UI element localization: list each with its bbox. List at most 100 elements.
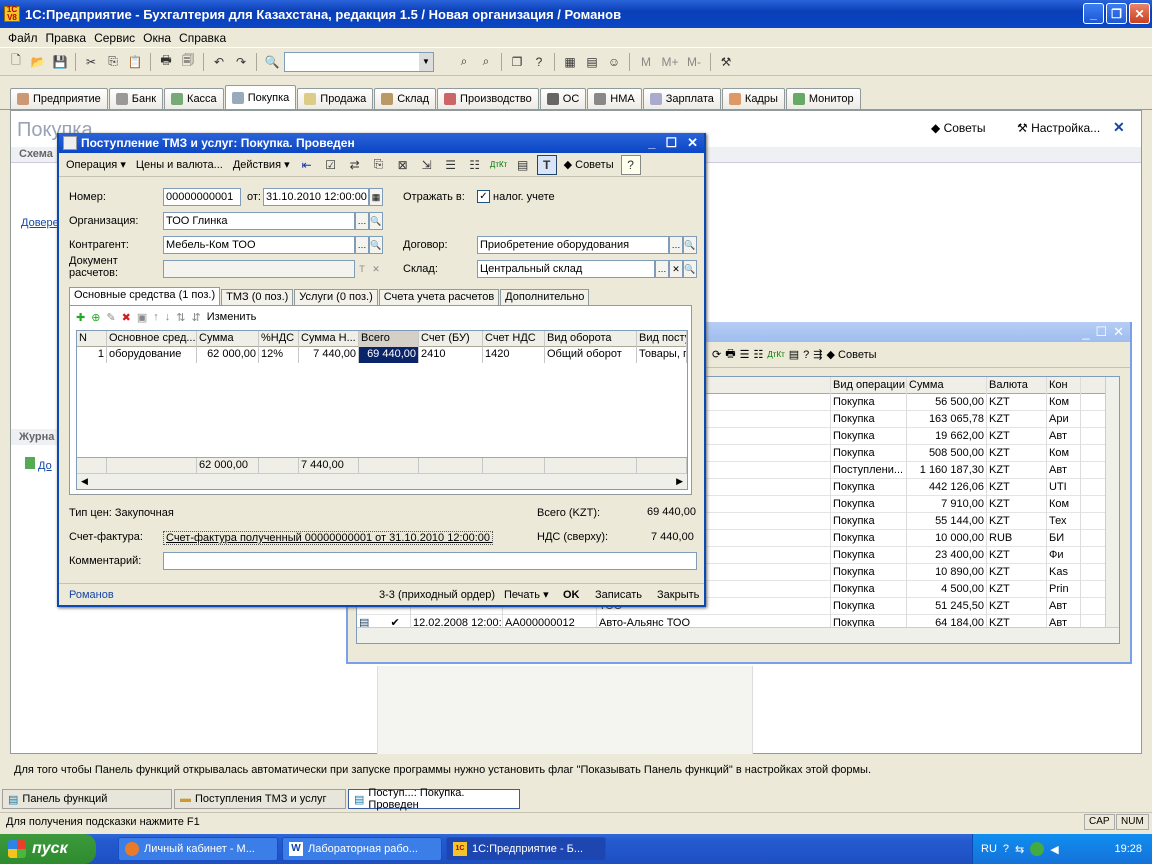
table-cell[interactable]: 7 440,00 [299,347,359,363]
calendar-icon[interactable]: ▦ [369,188,383,206]
tab-warehouse[interactable]: Склад [374,88,437,109]
warehouse-clear-icon[interactable]: ✕ [669,260,683,278]
type-icon[interactable]: T [355,260,369,278]
report-icon[interactable]: ▤ [513,155,533,175]
warehouse-field[interactable]: Центральный склад [477,260,655,278]
taskbar-item-word[interactable]: W Лабораторная рабо... [282,837,442,861]
organization-open-icon[interactable]: 🔍 [369,212,383,230]
journal-column-header[interactable]: Валюта [987,377,1047,394]
organization-field[interactable]: ТОО Глинка [163,212,355,230]
operation-menu[interactable]: Операция ▾ [63,158,129,171]
redo-icon[interactable]: ↷ [231,52,251,72]
print-form-button[interactable]: 3-3 (приходный ордер) [379,589,495,601]
memory-m-button[interactable]: M [635,52,657,72]
text-icon[interactable]: T [536,154,557,175]
grid-column-header[interactable]: N [77,331,107,347]
contractor-field[interactable]: Мебель-Ком ТОО [163,236,355,254]
close-panel-icon[interactable]: ✕ [1113,119,1125,136]
arrow-left-icon[interactable]: ⇤ [297,155,317,175]
grid-column-header[interactable]: Сумма [197,331,259,347]
user-icon[interactable]: ☺ [604,52,624,72]
table-cell[interactable]: 12% [259,347,299,363]
menu-service[interactable]: Сервис [90,31,139,45]
print-icon[interactable]: 🖶 [156,52,176,72]
dt-kt-icon[interactable]: ДтКт [489,155,509,175]
save-icon[interactable]: 💾 [50,52,70,72]
window-tab-journal[interactable]: ▬ Поступления ТМЗ и услуг [174,789,346,809]
print-menu[interactable]: Печать ▾ [504,588,549,601]
memory-mminus-button[interactable]: M- [683,52,705,72]
calculator-icon[interactable]: ▦ [560,52,580,72]
grid-column-header[interactable]: Всего [359,331,419,347]
taskbar-item-browser[interactable]: Личный кабинет - M... [118,837,278,861]
search-combo[interactable] [284,51,434,72]
tab-settlement-accounts[interactable]: Счета учета расчетов [378,289,500,305]
add-row-icon[interactable]: ✚ [76,311,85,324]
structure-icon[interactable]: ⇶ [813,348,822,361]
close-button[interactable]: ✕ [1129,3,1150,24]
calendar-icon[interactable]: ▤ [582,52,602,72]
undo-icon[interactable]: ↶ [209,52,229,72]
fixed-assets-table[interactable]: N Основное сред... Сумма %НДС Сумма Н... Всег… [76,330,688,490]
do-link[interactable]: До [25,457,52,472]
sort-asc-icon[interactable]: ⇅ [176,311,185,324]
tree-icon[interactable]: ☷ [465,155,485,175]
prices-button[interactable]: Цены и валюта... [133,159,226,171]
actions-menu[interactable]: Действия ▾ [230,158,293,171]
contract-open-icon[interactable]: 🔍 [683,236,697,254]
ok-button[interactable]: OK [563,589,580,601]
grid-column-header[interactable]: %НДС [259,331,299,347]
grid-column-header[interactable]: Счет (БУ) [419,331,483,347]
number-field[interactable]: 00000000001 [163,188,241,206]
find-icon[interactable]: 🔍 [262,52,282,72]
edit-button[interactable]: Изменить [207,311,257,323]
end-edit-icon[interactable]: ▣ [137,311,147,324]
add-copy-icon[interactable]: ⊕ [91,311,100,324]
journal-column-header[interactable]: Сумма [907,377,987,394]
table-cell[interactable]: Общий оборот [545,347,637,363]
table-cell[interactable]: 1420 [483,347,545,363]
move-down-icon[interactable]: ↓ [165,311,171,323]
date-field[interactable]: 31.10.2010 12:00:00 [263,188,369,206]
journal-vertical-scrollbar[interactable] [1105,377,1119,627]
table-cell[interactable]: 69 440,00 [359,347,419,363]
help-tray-icon[interactable]: ? [1003,843,1009,855]
print-icon[interactable]: 🖶 [725,345,735,364]
language-indicator[interactable]: RU [981,843,997,855]
journal-close-icon[interactable]: ✕ [1113,324,1124,340]
find-prev-icon[interactable]: ⌕ [454,52,474,72]
tools-icon[interactable]: ⚒ [716,52,736,72]
help-icon[interactable]: ? [803,349,809,361]
grid-horizontal-scrollbar[interactable]: ◀ ▶ [77,473,687,489]
tab-fixed-assets[interactable]: Основные средства (1 поз.) [69,287,221,305]
tab-fixed-assets[interactable]: ОС [539,88,587,109]
window-tab-functions[interactable]: ▤ Панель функций [2,789,172,809]
new-document-icon[interactable]: 🗋 [6,52,26,72]
tab-cash[interactable]: Касса [164,88,224,109]
dov-link[interactable]: Довере [21,217,59,229]
create-based-icon[interactable]: ⎘ [369,155,389,175]
settings-link[interactable]: ⚒ Настройка... [1017,121,1100,135]
taskbar-item-1c[interactable]: 1С 1С:Предприятие - Б... [446,837,606,861]
tax-accounting-checkbox[interactable]: ✓ [477,190,490,203]
menu-help[interactable]: Справка [175,31,230,45]
tab-intangible[interactable]: НМА [587,88,642,109]
dt-kt-icon[interactable]: ДтКт [767,350,784,359]
tab-enterprise[interactable]: Предприятие [10,88,108,109]
tab-production[interactable]: Производство [437,88,539,109]
journal-horizontal-scrollbar[interactable] [357,627,1119,643]
doc-field[interactable] [163,260,355,278]
cut-icon[interactable]: ✂ [81,52,101,72]
volume-icon[interactable]: ◀ [1050,843,1058,856]
paste-icon[interactable]: 📋 [125,52,145,72]
grid-column-header[interactable]: Вид оборота [545,331,637,347]
invoice-link[interactable]: Счет-фактура полученный 00000000001 от 3… [163,531,493,545]
warehouse-open-icon[interactable]: 🔍 [683,260,697,278]
tab-monitor[interactable]: Монитор [785,88,861,109]
organization-select-button[interactable]: … [355,212,369,230]
window-tab-document[interactable]: ▤ Поступ...: Покупка. Проведен [348,787,520,811]
unpost-icon[interactable]: ⊠ [393,155,413,175]
journal-maximize-icon[interactable]: ☐ [1095,324,1107,340]
open-folder-icon[interactable]: 📂 [28,52,48,72]
tab-salary[interactable]: Зарплата [642,88,721,109]
